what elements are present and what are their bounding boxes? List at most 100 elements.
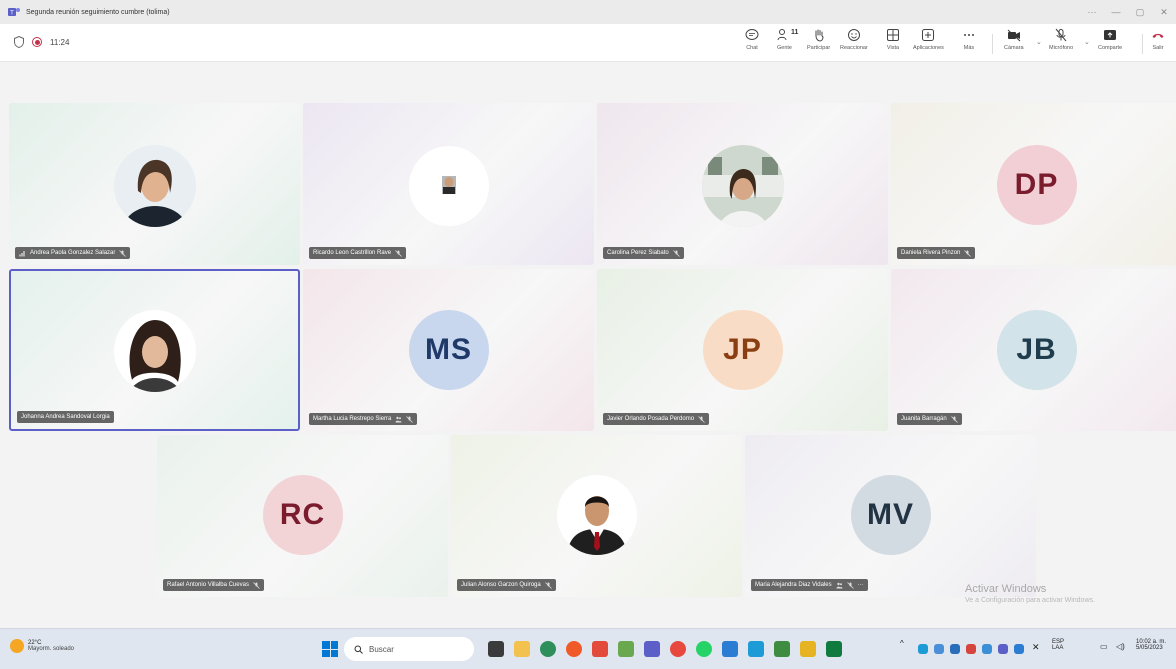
edge-browser-icon[interactable] xyxy=(540,641,556,657)
app-icon[interactable] xyxy=(774,641,790,657)
whatsapp-icon[interactable] xyxy=(696,641,712,657)
participant-tile[interactable]: MS Martha Lucia Restrepo Sierra xyxy=(303,269,594,431)
participant-name-label: Rafael Antonio Villalba Cuevas xyxy=(163,579,264,591)
mic-icon xyxy=(1055,28,1067,42)
participant-initials-avatar: DP xyxy=(996,145,1077,225)
minimize-button[interactable]: — xyxy=(1104,0,1128,24)
participant-name-label: Maria Alejandra Diaz Vidales ··· xyxy=(751,579,868,591)
mic-muted-tray-icon[interactable]: ✕ xyxy=(1032,642,1040,653)
app-icon[interactable] xyxy=(618,641,634,657)
view-button[interactable]: Vista xyxy=(886,28,900,51)
taskbar-search-input[interactable]: Buscar xyxy=(344,637,474,661)
teams-icon[interactable] xyxy=(644,641,660,657)
participant-initials-avatar: JB xyxy=(996,310,1077,390)
mic-muted-icon xyxy=(950,415,958,423)
tray-app-icon[interactable] xyxy=(982,644,992,654)
recording-icon xyxy=(32,37,42,47)
mic-options-chevron-icon[interactable]: ⌄ xyxy=(1084,38,1090,46)
excel-icon[interactable] xyxy=(826,641,842,657)
participant-more-icon[interactable]: ··· xyxy=(858,582,864,588)
camera-options-chevron-icon[interactable]: ⌄ xyxy=(1036,38,1042,46)
participant-name-label: Johanna Andrea Sandoval Lorgia xyxy=(17,411,114,423)
signal-icon xyxy=(19,250,25,256)
participant-tile[interactable]: DP Daniela Rivera Pinzon xyxy=(891,103,1176,265)
windows-activation-watermark: Activar Windows Ve a Configuración para … xyxy=(965,583,1095,604)
share-button[interactable]: Comparte xyxy=(1098,28,1122,51)
people-count: 11 xyxy=(791,29,799,36)
mic-muted-icon xyxy=(253,581,260,589)
app-icon[interactable] xyxy=(800,641,816,657)
participant-name-label: Daniela Rivera Pinzon xyxy=(897,247,976,259)
participant-group-icon xyxy=(836,582,843,588)
tray-app-icon[interactable] xyxy=(966,644,976,654)
mic-muted-icon xyxy=(544,581,552,589)
weather-widget[interactable]: 22°C Mayorm. soleado xyxy=(10,639,74,653)
restore-button[interactable]: ▢ xyxy=(1128,0,1152,24)
participant-name-label: Andrea Paola Gonzalez Salazar xyxy=(15,247,131,259)
share-icon xyxy=(1104,30,1117,40)
file-explorer-icon[interactable] xyxy=(514,641,530,657)
sun-icon xyxy=(10,639,24,653)
taskbar-clock[interactable]: 10:02 a. m. 5/05/2023 xyxy=(1136,639,1166,651)
participant-tile[interactable]: Andrea Paola Gonzalez Salazar xyxy=(9,103,300,265)
participant-name-label: Martha Lucia Restrepo Sierra xyxy=(309,413,418,425)
close-button[interactable]: ✕ xyxy=(1152,0,1176,24)
more-button[interactable]: Más xyxy=(962,28,976,51)
participant-tile[interactable]: Carolina Perez Siabato xyxy=(597,103,888,265)
window-title: Segunda reunión seguimiento cumbre (toli… xyxy=(26,8,170,16)
react-icon xyxy=(847,29,860,41)
mic-muted-icon xyxy=(846,581,854,589)
react-button[interactable]: Reaccionar xyxy=(840,28,868,51)
mic-button[interactable]: Micrófono xyxy=(1049,28,1073,51)
participant-tile[interactable]: JP Javier Orlando Posada Perdomo xyxy=(597,269,888,431)
chat-icon xyxy=(745,29,759,40)
windows-start-icon[interactable] xyxy=(322,641,338,657)
language-indicator[interactable]: ESP LAA xyxy=(1052,639,1064,651)
shield-icon xyxy=(14,36,24,48)
participant-tile[interactable]: JB Juanita Barragán xyxy=(891,269,1176,431)
meeting-timer: 11:24 xyxy=(50,37,70,47)
participant-initials-avatar: MS xyxy=(408,310,489,390)
search-icon xyxy=(354,645,363,654)
meeting-toolbar: 11:24 Chat 11 Gente Participar Reacciona… xyxy=(0,24,1176,62)
network-icon[interactable]: ▭ xyxy=(1100,642,1108,651)
chrome-icon[interactable] xyxy=(670,641,686,657)
apps-button[interactable]: Aplicaciones xyxy=(913,28,944,51)
participant-tile[interactable]: Ricardo Leon Castrillon Rave xyxy=(303,103,594,265)
tray-app-icon[interactable] xyxy=(1014,644,1024,654)
volume-icon[interactable]: ◁) xyxy=(1116,642,1125,651)
firefox-icon[interactable] xyxy=(566,641,582,657)
people-button[interactable]: 11 Gente xyxy=(777,28,798,51)
participant-initials-avatar: MV xyxy=(850,475,931,555)
task-view-icon[interactable] xyxy=(488,641,504,657)
participant-tile[interactable]: RC Rafael Antonio Villalba Cuevas xyxy=(157,435,448,597)
participant-name-label: Juanita Barragán xyxy=(897,413,962,425)
tray-chevron-icon[interactable]: ^ xyxy=(900,639,904,648)
tray-app-icon[interactable] xyxy=(950,644,960,654)
camera-icon xyxy=(1007,29,1021,42)
participant-photo xyxy=(556,475,637,555)
brave-icon[interactable] xyxy=(592,641,608,657)
raise-hand-button[interactable]: Participar xyxy=(807,28,830,51)
taskbar: 22°C Mayorm. soleado Buscar ^ ✕ ESP LAA … xyxy=(0,628,1176,669)
video-gallery: Andrea Paola Gonzalez Salazar Ricardo Le… xyxy=(0,62,1176,628)
tray-app-icon[interactable] xyxy=(918,644,928,654)
participant-tile[interactable]: Julian Alonso Garzon Quiroga xyxy=(451,435,742,597)
participant-photo xyxy=(701,145,784,227)
app-icon[interactable] xyxy=(748,641,764,657)
participant-tile-active-speaker[interactable]: Johanna Andrea Sandoval Lorgia xyxy=(9,269,300,431)
tray-app-icon[interactable] xyxy=(934,644,944,654)
camera-button[interactable]: Cámara xyxy=(1004,28,1024,51)
participant-initials-avatar: JP xyxy=(702,310,783,390)
participant-initials-avatar: RC xyxy=(262,475,343,555)
mic-muted-icon xyxy=(698,415,705,423)
mic-muted-icon xyxy=(964,249,972,257)
participant-tile[interactable]: MV Maria Alejandra Diaz Vidales ··· xyxy=(745,435,1036,597)
apps-icon xyxy=(922,29,935,41)
chat-button[interactable]: Chat xyxy=(745,28,759,51)
tray-app-icon[interactable] xyxy=(998,644,1008,654)
leave-button[interactable]: Salir xyxy=(1151,28,1165,51)
teams-icon: T xyxy=(8,8,20,17)
more-options-button[interactable]: ··· xyxy=(1080,0,1104,24)
app-icon[interactable] xyxy=(722,641,738,657)
